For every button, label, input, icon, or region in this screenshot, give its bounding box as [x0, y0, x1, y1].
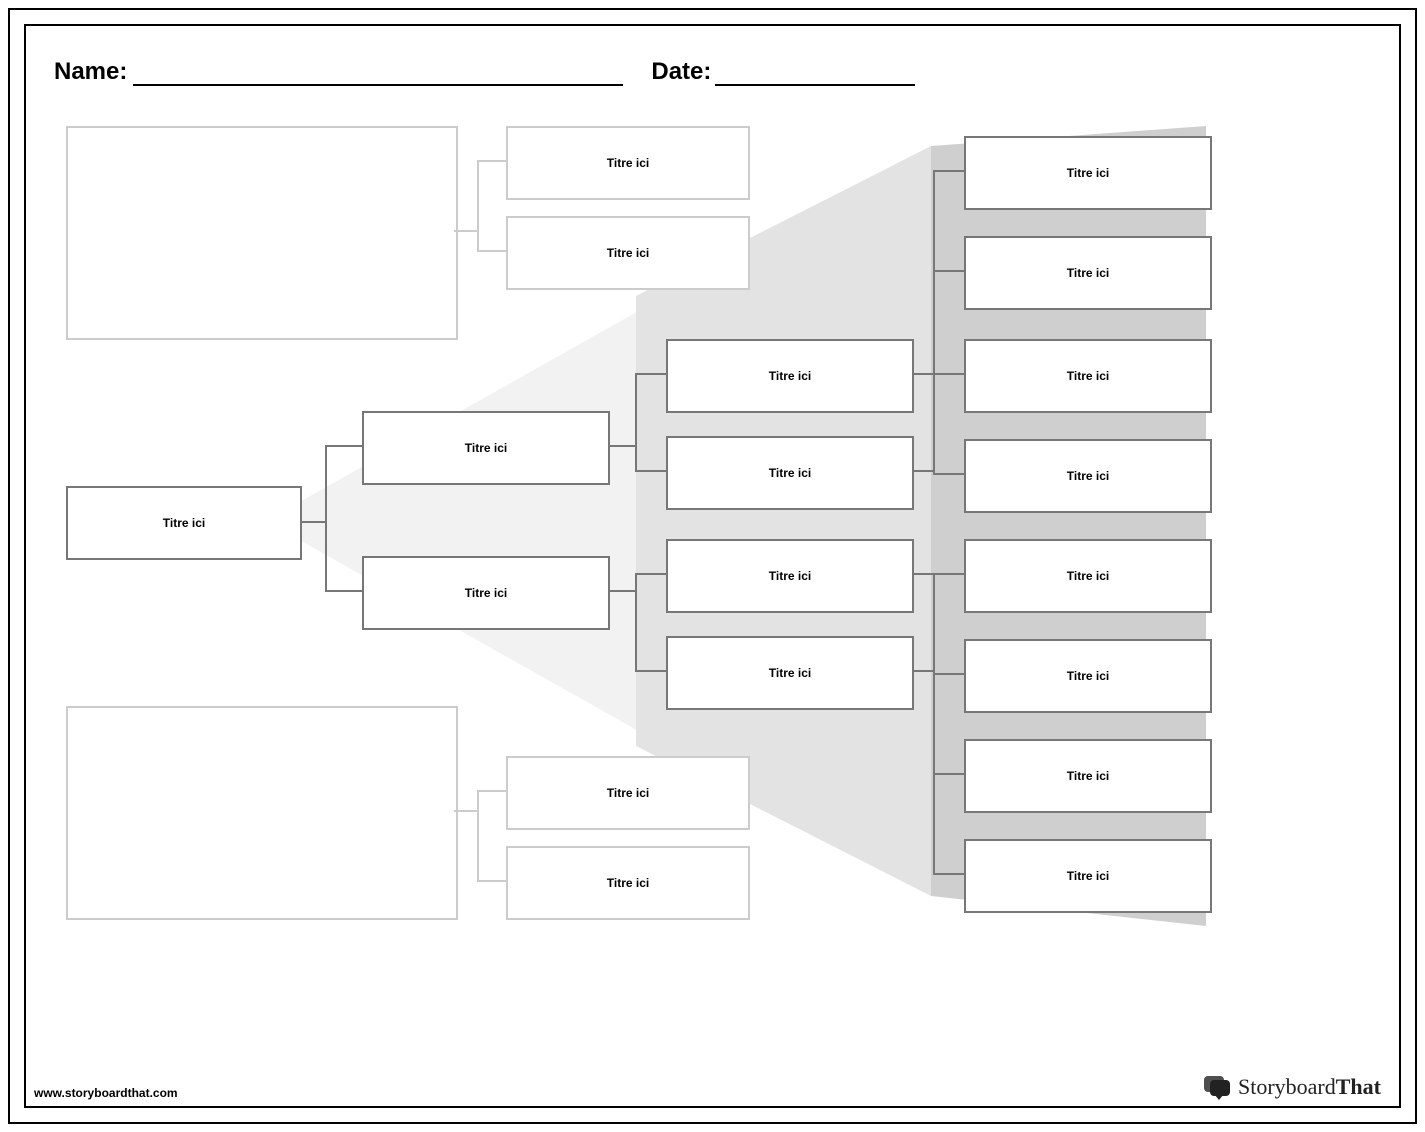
tree-l4-7[interactable]: Titre ici: [964, 739, 1212, 813]
tree-l3-4[interactable]: Titre ici: [666, 636, 914, 710]
speech-bubble-icon: [1204, 1076, 1230, 1098]
footer-url: www.storyboardthat.com: [34, 1086, 178, 1100]
tree-root[interactable]: Titre ici: [66, 486, 302, 560]
tree-l2-1[interactable]: Titre ici: [362, 411, 610, 485]
tree-l4-4[interactable]: Titre ici: [964, 439, 1212, 513]
brand-word-2: That: [1336, 1074, 1381, 1099]
tree-l4-8[interactable]: Titre ici: [964, 839, 1212, 913]
tree-l2-2[interactable]: Titre ici: [362, 556, 610, 630]
tree-l4-5[interactable]: Titre ici: [964, 539, 1212, 613]
outer-frame: Name: Date: Titre ici Titre ici Titre ic…: [8, 8, 1417, 1124]
tree-l3-1[interactable]: Titre ici: [666, 339, 914, 413]
tree-l4-3[interactable]: Titre ici: [964, 339, 1212, 413]
tree-l4-2[interactable]: Titre ici: [964, 236, 1212, 310]
brand-word-1: Storyboard: [1238, 1074, 1336, 1099]
tree-l3-3[interactable]: Titre ici: [666, 539, 914, 613]
tree-l3-2[interactable]: Titre ici: [666, 436, 914, 510]
brand-logo: StoryboardThat: [1204, 1074, 1381, 1100]
page: Name: Date: Titre ici Titre ici Titre ic…: [0, 0, 1425, 1132]
inner-frame: Name: Date: Titre ici Titre ici Titre ic…: [24, 24, 1401, 1108]
tree-l4-1[interactable]: Titre ici: [964, 136, 1212, 210]
tree-l4-6[interactable]: Titre ici: [964, 639, 1212, 713]
